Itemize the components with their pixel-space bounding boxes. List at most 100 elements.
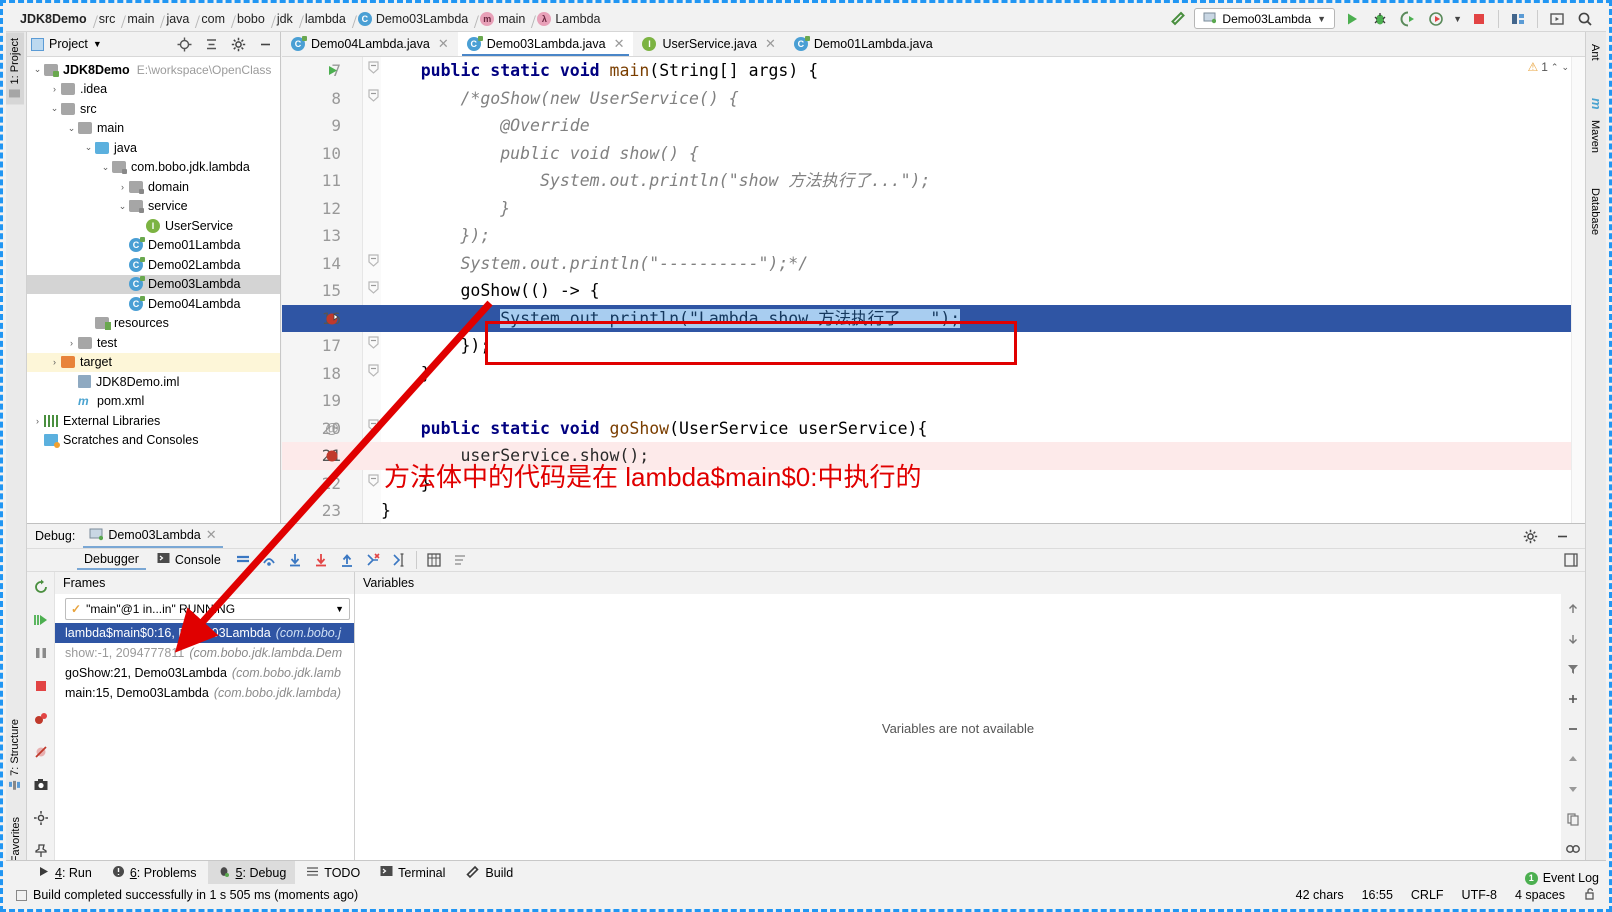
bottom-tab-problems[interactable]: 6: Problems bbox=[103, 862, 206, 884]
update-app-icon[interactable] bbox=[1546, 8, 1568, 30]
sidebar-item-ant[interactable]: Ant bbox=[1586, 38, 1604, 67]
tree-node-service[interactable]: ⌄ service bbox=[27, 197, 280, 217]
editor-body[interactable]: 7 public static void main(String[] args)… bbox=[282, 57, 1585, 523]
debug-layout-icon[interactable] bbox=[1563, 549, 1585, 571]
settings-gear-icon[interactable] bbox=[227, 33, 249, 55]
hide-icon[interactable] bbox=[254, 33, 276, 55]
rerun-icon[interactable] bbox=[30, 576, 52, 598]
code-line[interactable]: System.out.println("show 方法执行了..."); bbox=[381, 167, 1585, 195]
up-arrow-icon[interactable] bbox=[1562, 598, 1584, 620]
tree-node-external-libraries[interactable]: › External Libraries bbox=[27, 411, 280, 431]
stop-icon[interactable] bbox=[1468, 8, 1490, 30]
tree-node-demo04lambda[interactable]: ·CDemo04Lambda bbox=[27, 294, 280, 314]
evaluate-expression-icon[interactable] bbox=[423, 549, 445, 571]
tree-node-scratches-and-consoles[interactable]: · Scratches and Consoles bbox=[27, 431, 280, 451]
code-line[interactable]: }); bbox=[381, 222, 1585, 250]
step-into-icon[interactable] bbox=[284, 549, 306, 571]
debug-hide-icon[interactable] bbox=[1551, 525, 1573, 547]
breadcrumb-item-jdk[interactable]: jdk bbox=[271, 12, 299, 26]
code-line[interactable]: goShow(() -> { bbox=[381, 277, 1585, 305]
editor-tab-demo01lambda-java[interactable]: C Demo01Lambda.java bbox=[785, 32, 942, 56]
fold-marker[interactable] bbox=[365, 57, 381, 85]
status-checkbox-icon[interactable] bbox=[16, 889, 27, 901]
fold-marker[interactable] bbox=[365, 332, 381, 360]
sidebar-item-database[interactable]: Database bbox=[1586, 182, 1604, 241]
down-arrow-icon[interactable] bbox=[1562, 628, 1584, 650]
thread-selector[interactable]: ✓ "main"@1 in...in" RUNNING ▼ bbox=[65, 598, 350, 620]
screenshot-icon[interactable] bbox=[30, 774, 52, 796]
chevron-down-icon-project[interactable]: ▼ bbox=[93, 39, 102, 49]
breakpoint-icon-2[interactable] bbox=[322, 442, 342, 470]
fold-marker[interactable] bbox=[365, 85, 381, 113]
code-line[interactable]: } bbox=[381, 360, 1585, 388]
code-line[interactable]: } bbox=[381, 497, 1585, 523]
frame-row[interactable]: main:15, Demo03Lambda (com.bobo.jdk.lambd… bbox=[55, 683, 354, 703]
add-icon[interactable] bbox=[1562, 688, 1584, 710]
run-with-coverage-icon[interactable] bbox=[1397, 8, 1419, 30]
force-step-into-icon[interactable] bbox=[310, 549, 332, 571]
code-line[interactable]: } bbox=[381, 195, 1585, 223]
frame-row[interactable]: show:-1, 2094777811 (com.bobo.jdk.lambda.… bbox=[55, 643, 354, 663]
annotation-gutter-icon[interactable]: @ bbox=[322, 415, 342, 443]
code-content[interactable]: 7 public static void main(String[] args)… bbox=[282, 57, 1585, 523]
sidebar-item-project[interactable]: 1: Project bbox=[6, 32, 24, 105]
bottom-tab-debug[interactable]: 5: Debug bbox=[207, 861, 296, 884]
run-icon[interactable] bbox=[1341, 8, 1363, 30]
editor-tab-demo04lambda-java[interactable]: C Demo04Lambda.java ✕ bbox=[282, 32, 458, 56]
locate-icon[interactable] bbox=[173, 33, 195, 55]
scroll-up-icon[interactable] bbox=[1562, 748, 1584, 770]
chevron-down-icon-inspect[interactable]: ⌄ bbox=[1561, 62, 1569, 73]
code-line[interactable]: public void show() { bbox=[381, 140, 1585, 168]
pin-icon[interactable] bbox=[30, 840, 52, 862]
debug-settings-gear-icon[interactable] bbox=[1519, 525, 1541, 547]
filter-icon[interactable] bbox=[1562, 658, 1584, 680]
tree-node-demo01lambda[interactable]: ·CDemo01Lambda bbox=[27, 236, 280, 256]
bottom-tab-terminal[interactable]: Terminal bbox=[371, 862, 454, 884]
breadcrumb-item-java[interactable]: java bbox=[160, 12, 195, 26]
chevron-right-icon[interactable]: › bbox=[48, 357, 61, 367]
fold-marker[interactable] bbox=[365, 470, 381, 498]
remove-icon[interactable] bbox=[1562, 718, 1584, 740]
tree-node-main[interactable]: ⌄ main bbox=[27, 119, 280, 139]
search-everywhere-icon[interactable] bbox=[1574, 8, 1596, 30]
drop-frame-icon[interactable] bbox=[362, 549, 384, 571]
stop-icon-debug[interactable] bbox=[30, 675, 52, 697]
status-line-separator[interactable]: CRLF bbox=[1411, 888, 1444, 902]
copy-icon[interactable] bbox=[1562, 808, 1584, 830]
resume-icon[interactable] bbox=[30, 609, 52, 631]
tree-node-resources[interactable]: · resources bbox=[27, 314, 280, 334]
breadcrumb-item-bobo[interactable]: bobo bbox=[231, 12, 271, 26]
chevron-down-icon[interactable]: ⌄ bbox=[82, 142, 95, 153]
fold-marker[interactable] bbox=[365, 360, 381, 388]
tree-node-java[interactable]: ⌄ java bbox=[27, 138, 280, 158]
chevron-down-icon[interactable]: ⌄ bbox=[48, 103, 61, 114]
tree-node-com-bobo-jdk-lambda[interactable]: ⌄ com.bobo.jdk.lambda bbox=[27, 158, 280, 178]
tree-node-demo02lambda[interactable]: ·CDemo02Lambda bbox=[27, 255, 280, 275]
step-over-icon[interactable] bbox=[258, 549, 280, 571]
breakpoint-icon[interactable] bbox=[322, 305, 342, 333]
breadcrumb-item-src[interactable]: src bbox=[93, 12, 122, 26]
breadcrumb-item-main[interactable]: main bbox=[121, 12, 160, 26]
show-execution-point-icon[interactable] bbox=[232, 549, 254, 571]
inspection-widget[interactable]: ⚠ 1 ⌃ ⌄ bbox=[1527, 60, 1569, 74]
frames-list[interactable]: lambda$main$0:16, Demo03Lambda (com.bobo.… bbox=[55, 623, 354, 703]
run-to-cursor-icon[interactable] bbox=[388, 549, 410, 571]
tree-node-src[interactable]: ⌄ src bbox=[27, 99, 280, 119]
mute-breakpoints-icon[interactable] bbox=[449, 549, 471, 571]
editor-tab-userservice-java[interactable]: I UserService.java ✕ bbox=[633, 32, 784, 56]
status-caret-position[interactable]: 16:55 bbox=[1362, 888, 1393, 902]
tree-node-pom-xml[interactable]: ·m pom.xml bbox=[27, 392, 280, 412]
code-line[interactable]: public static void goShow(UserService us… bbox=[381, 415, 1585, 443]
fold-marker[interactable] bbox=[365, 277, 381, 305]
tree-node-userservice[interactable]: ·I UserService bbox=[27, 216, 280, 236]
settings-icon-debug[interactable] bbox=[30, 807, 52, 829]
scroll-down-icon[interactable] bbox=[1562, 778, 1584, 800]
chevron-right-icon[interactable]: › bbox=[31, 416, 44, 426]
breadcrumb-item-lambda[interactable]: lambda bbox=[299, 12, 352, 26]
code-line[interactable]: System.out.println("----------");*/ bbox=[381, 250, 1585, 278]
hammer-icon[interactable] bbox=[1166, 8, 1188, 30]
breadcrumb-item-com[interactable]: com bbox=[195, 12, 231, 26]
watches-icon[interactable] bbox=[1562, 838, 1584, 860]
tab-debugger[interactable]: Debugger bbox=[77, 550, 146, 570]
error-stripe[interactable] bbox=[1571, 57, 1585, 523]
